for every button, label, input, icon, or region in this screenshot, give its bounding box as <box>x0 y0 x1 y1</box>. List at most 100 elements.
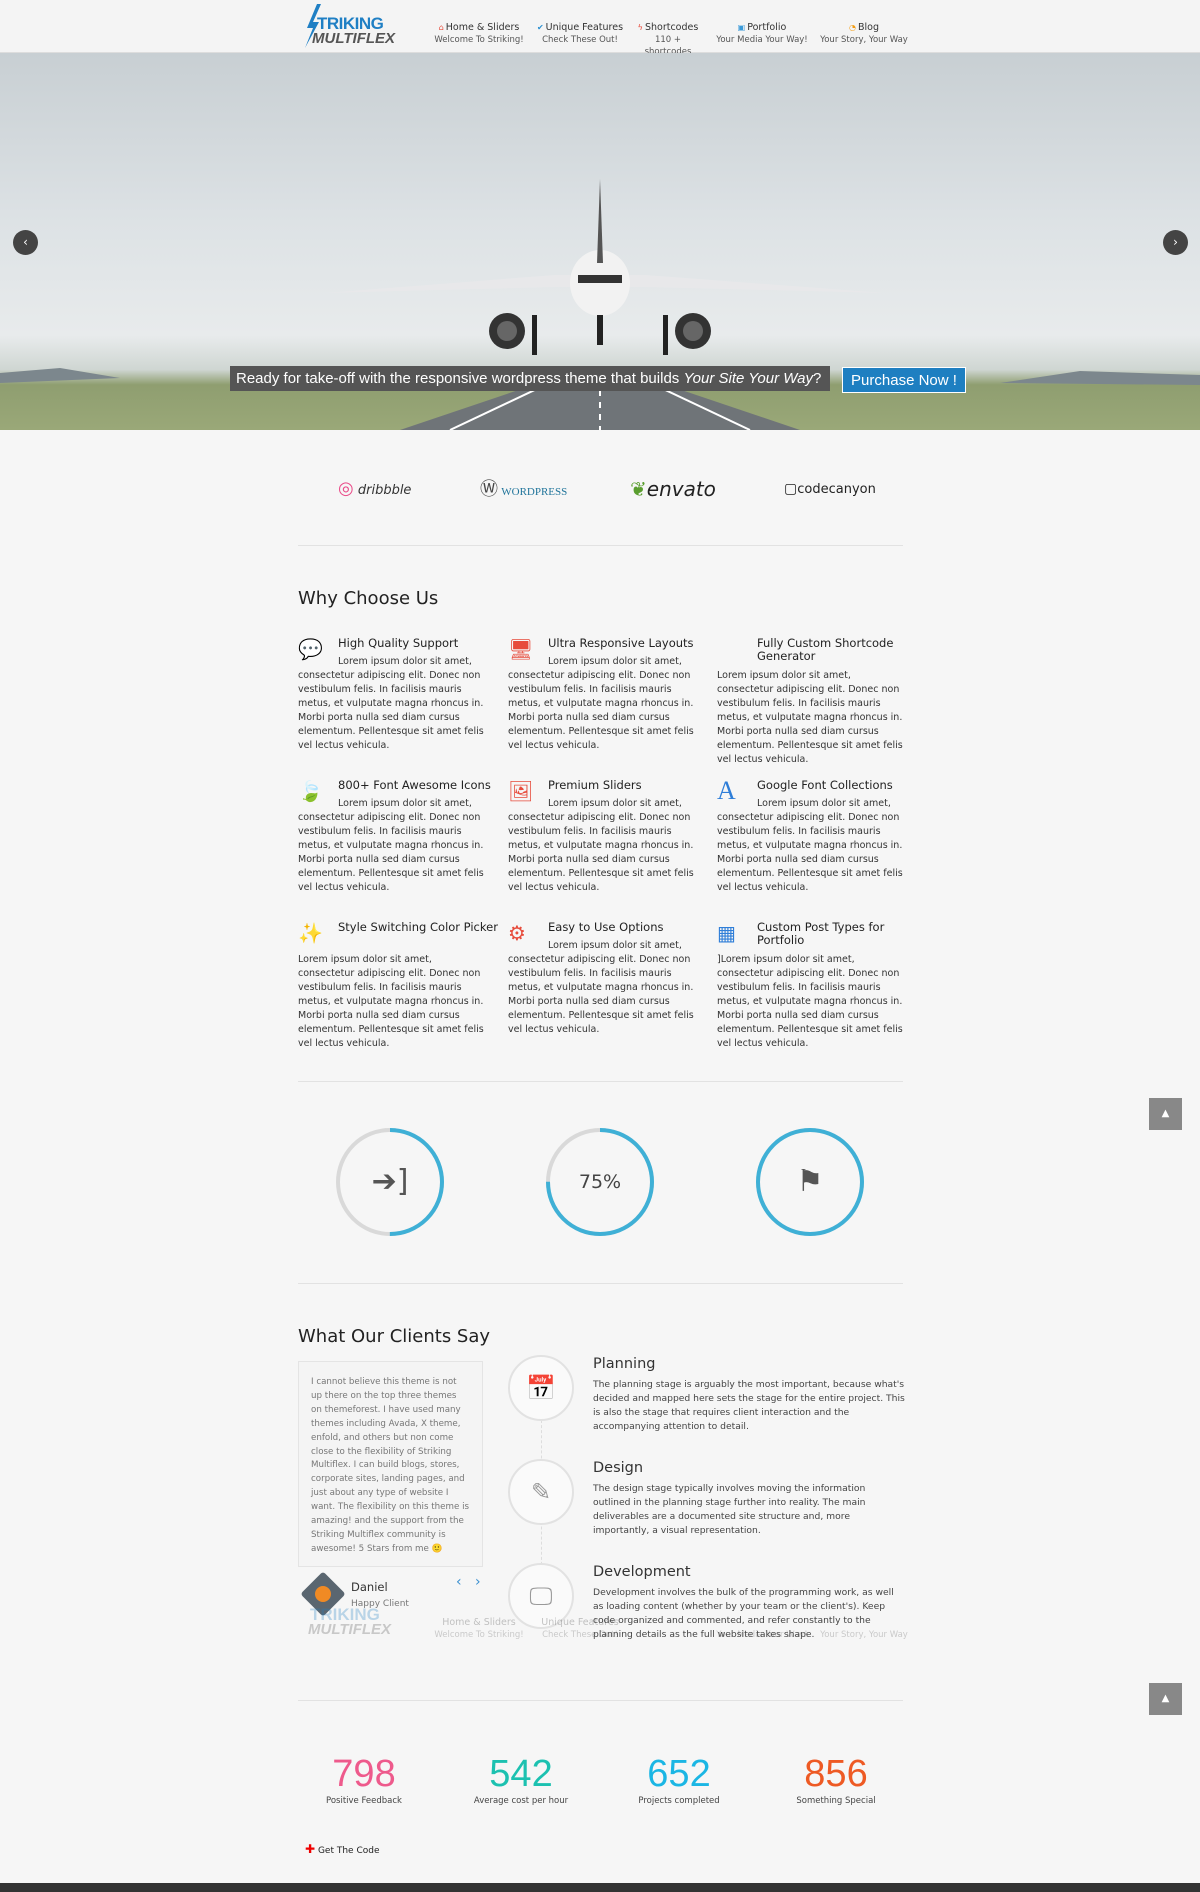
brand-envato[interactable]: ❦envato <box>630 478 716 500</box>
purchase-now-button[interactable]: Purchase Now ! <box>842 367 966 393</box>
feature-text: Lorem ipsum dolor sit amet, consectetur … <box>717 670 903 765</box>
brand-wordpress[interactable]: Ⓦ WordPress <box>480 478 567 500</box>
feature-title: Style Switching Color Picker <box>338 920 498 934</box>
comments-icon: 💬 <box>298 637 323 661</box>
feature-title: Google Font Collections <box>757 778 893 792</box>
progress-circle: ⚑ <box>753 1125 867 1239</box>
plus-icon: ✚ <box>305 1842 316 1856</box>
codecanyon-icon: ▢ <box>784 481 798 497</box>
envato-leaf-icon: ❦ <box>630 477 647 501</box>
rss-icon: ◔ <box>849 23 856 32</box>
brand-dribbble[interactable]: ◎ dribbble <box>338 478 411 500</box>
section-divider <box>298 545 903 546</box>
nav-title: Portfolio <box>747 22 787 33</box>
brand-label: dribbble <box>357 483 412 498</box>
nav-home[interactable]: ⌂ Home & Sliders Welcome To Striking! <box>434 22 524 46</box>
progress-circle: 75% <box>543 1125 657 1239</box>
get-the-code-link[interactable]: ✚ Get The Code <box>305 1842 379 1856</box>
feature-text: Lorem ipsum dolor sit amet, consectetur … <box>298 798 484 893</box>
feature-item: 🍃 800+ Font Awesome Icons Lorem ipsum dolo… <box>298 779 491 895</box>
brand-label: envato <box>646 477 716 501</box>
bolt-icon: ϟ <box>637 23 643 32</box>
pencil-icon: ✎ <box>508 1459 574 1525</box>
client-role: Happy Client <box>351 1599 409 1609</box>
caption-text: Ready for take-off with the responsive w… <box>236 370 684 387</box>
feature-title: Easy to Use Options <box>548 920 664 934</box>
gear-icon: ⚙ <box>508 921 526 945</box>
check-icon: ✔ <box>536 23 544 32</box>
progress-circle: ➔] <box>333 1125 447 1239</box>
stat-value: 542 <box>489 1753 553 1795</box>
brand-codecanyon[interactable]: ▢codecanyon <box>784 478 876 500</box>
feature-item: 🖼 Premium Sliders Lorem ipsum dolor sit am… <box>508 779 698 895</box>
nav-title: Unique Features <box>545 22 624 33</box>
testimonial-prev-button[interactable]: ‹ <box>456 1574 462 1590</box>
feature-text: Lorem ipsum dolor sit amet, consectetur … <box>717 798 903 893</box>
progress-label: 75% <box>578 1171 622 1193</box>
stat-label: Projects completed <box>638 1796 720 1806</box>
brand-label: codecanyon <box>797 482 876 497</box>
client-avatar <box>300 1571 346 1617</box>
client-name: Daniel <box>351 1580 388 1594</box>
slider-prev-button[interactable]: ‹ <box>13 230 38 255</box>
logo-text-bottom: MULTIFLEX <box>312 30 396 47</box>
nav-features[interactable]: ✔ Unique Features Check These Out! <box>532 22 628 46</box>
ghost-nav-title: Home & Sliders <box>442 1617 516 1628</box>
testimonial-next-button[interactable]: › <box>475 1574 481 1590</box>
stat-label: Positive Feedback <box>326 1796 402 1806</box>
feature-title: Premium Sliders <box>548 778 642 792</box>
desktop-icon: 🖥 <box>508 637 534 661</box>
logo[interactable]: TRIKING MULTIFLEX <box>303 4 396 48</box>
nav-title: Shortcodes <box>644 22 699 33</box>
leaf-icon: 🍃 <box>298 779 323 803</box>
nav-subtitle: Your Story, Your Way <box>820 35 908 45</box>
ghost-nav-subtitle: Welcome To Striking! <box>434 1630 524 1640</box>
home-icon: ⌂ <box>438 23 444 32</box>
stat-value: 856 <box>804 1753 868 1795</box>
feature-text: Lorem ipsum dolor sit amet, consectetur … <box>508 940 694 1035</box>
nav-subtitle: Your Media Your Way! <box>716 35 808 45</box>
section-divider <box>298 1081 903 1082</box>
scroll-to-top-button[interactable]: ▲ <box>1149 1683 1182 1715</box>
stat-label: Average cost per hour <box>473 1796 569 1806</box>
monitor-icon: 🖵 <box>508 1563 574 1629</box>
stat-value: 652 <box>647 1753 711 1795</box>
feature-item: ✨ Style Switching Color Picker Lorem ipsum… <box>298 921 498 1051</box>
grid-icon: ▦ <box>717 921 736 945</box>
caption-emphasis: Your Site Your Way <box>683 370 813 387</box>
dribbble-icon: ◎ <box>338 478 354 499</box>
feature-title: High Quality Support <box>338 636 459 650</box>
feature-item: 🖥 Ultra Responsive Layouts Lorem ipsum dol… <box>508 637 698 753</box>
scroll-to-top-button[interactable]: ▲ <box>1149 1098 1182 1130</box>
clients-title: What Our Clients Say <box>298 1326 491 1347</box>
sign-in-icon: ➔] <box>371 1164 409 1199</box>
nav-portfolio[interactable]: ▣ Portfolio Your Media Your Way! <box>712 22 812 46</box>
feature-item: ▦ Custom Post Types for Portfolio]Lorem i… <box>717 921 907 1051</box>
magic-wand-icon: ✨ <box>298 921 323 945</box>
feature-item: A Google Font Collections Lorem ipsum dolo… <box>717 778 907 895</box>
flag-checkered-icon: ⚑ <box>796 1164 824 1199</box>
feature-title: Fully Custom Shortcode Generator <box>757 636 894 663</box>
get-code-label: Get The Code <box>317 1846 380 1856</box>
feature-item: ⚙ Easy to Use Options Lorem ipsum dolor si… <box>508 921 698 1037</box>
slider-next-button[interactable]: › <box>1163 230 1188 255</box>
stat-counter: 652 Projects completed <box>599 1754 759 1806</box>
ghost-logo-bottom: MULTIFLEX <box>308 1621 392 1638</box>
nav-subtitle: Check These Out! <box>542 35 618 45</box>
wordpress-icon: Ⓦ <box>480 479 498 499</box>
timeline-text: Development involves the bulk of the pro… <box>593 1587 894 1640</box>
stat-label: Something Special <box>796 1796 876 1806</box>
footer-bar <box>0 1883 1200 1892</box>
why-choose-us-title: Why Choose Us <box>298 588 439 609</box>
nav-subtitle: Welcome To Striking! <box>434 35 524 45</box>
nav-title: Blog <box>857 22 879 33</box>
timeline-text: The planning stage is arguably the most … <box>593 1379 905 1432</box>
nav-blog[interactable]: ◔ Blog Your Story, Your Way <box>818 22 910 46</box>
feature-text: ]Lorem ipsum dolor sit amet, consectetur… <box>717 954 903 1049</box>
ghost-nav: Home & Sliders Welcome To Striking! <box>434 1617 524 1641</box>
stat-counter: 798 Positive Feedback <box>284 1754 444 1806</box>
feature-item: 💬 High Quality Support Lorem ipsum dolor s… <box>298 637 488 753</box>
feature-text: Lorem ipsum dolor sit amet, consectetur … <box>508 656 694 751</box>
timeline-text: The design stage typically involves movi… <box>593 1483 866 1536</box>
feature-text: Lorem ipsum dolor sit amet, consectetur … <box>298 954 484 1049</box>
